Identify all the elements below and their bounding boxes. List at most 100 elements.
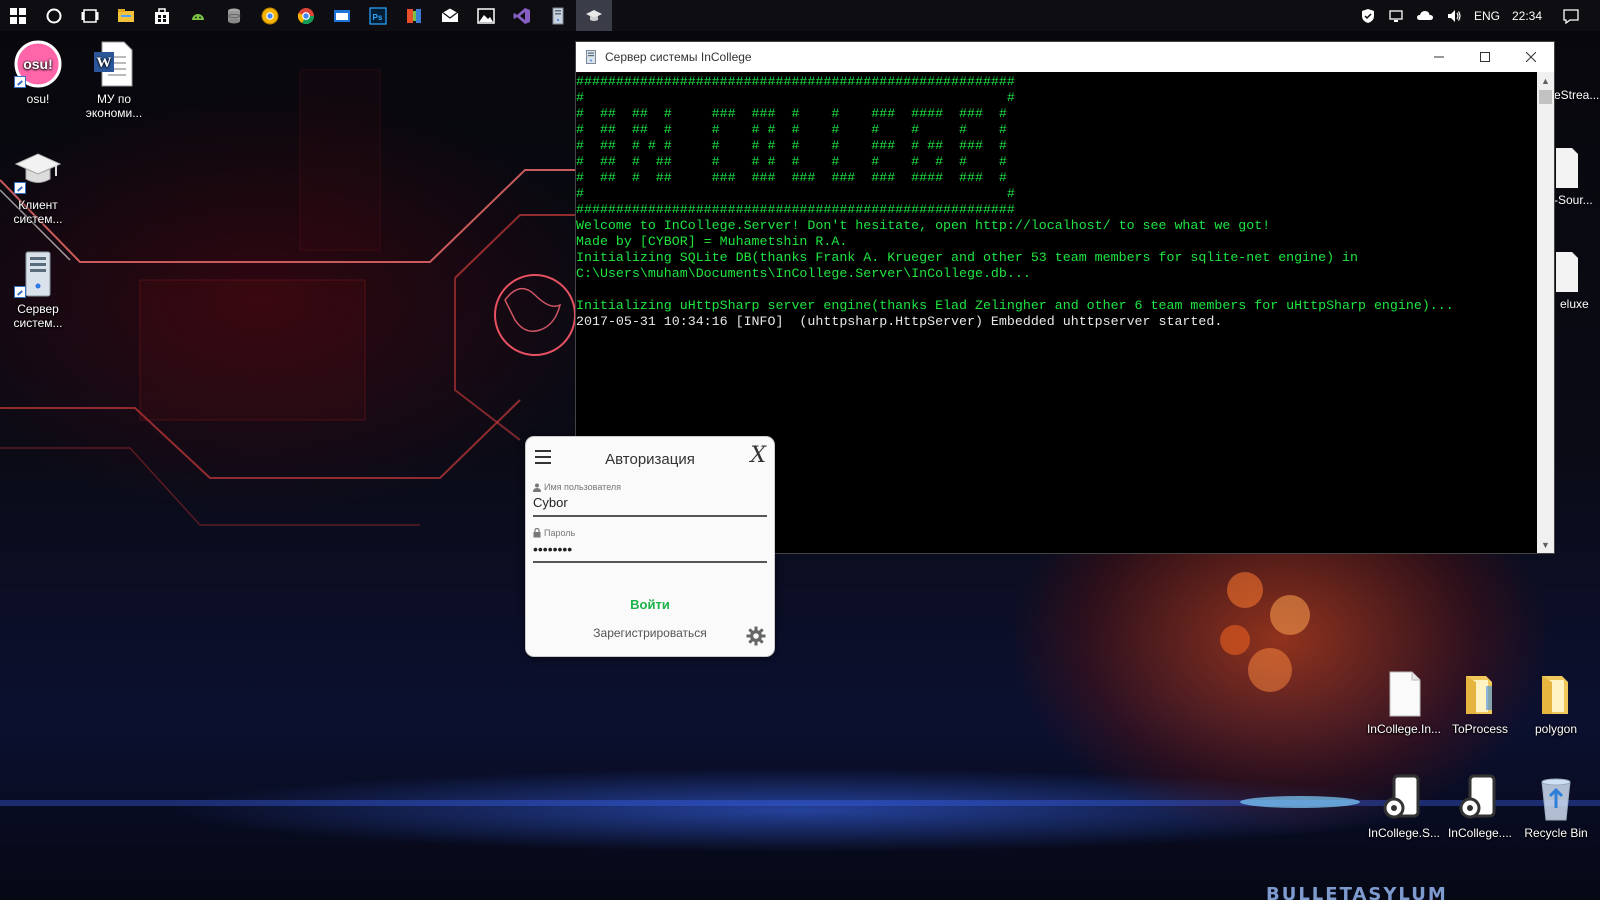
mail-icon <box>441 8 459 22</box>
taskbar-app-mail[interactable] <box>432 0 468 31</box>
android-studio-icon <box>192 13 204 20</box>
maximize-icon <box>1480 52 1490 62</box>
solution-file-icon <box>1383 774 1420 819</box>
console-line: C:\Users\muham\Documents\InCollege.Serve… <box>576 266 1031 281</box>
system-tray: ENG 22:34 <box>1354 0 1600 31</box>
svg-text:Ps: Ps <box>373 13 383 22</box>
clock[interactable]: 22:34 <box>1512 9 1542 23</box>
folder-icon <box>1542 676 1568 714</box>
username-field[interactable]: Имя пользователя Cybor <box>533 481 767 517</box>
input-language-indicator[interactable]: ENG <box>1474 9 1500 23</box>
document-icon[interactable] <box>1556 146 1578 188</box>
console-line: # ## # # # # # # # # ### # ## ### # <box>576 138 1007 153</box>
desktop-icon-label-partial[interactable]: eluxe <box>1560 297 1589 311</box>
photos-icon <box>477 7 495 24</box>
password-label: Пароль <box>544 528 576 538</box>
username-label-row: Имя пользователя <box>533 481 767 493</box>
shortcut-arrow-icon <box>14 182 26 194</box>
close-window-button[interactable] <box>1508 42 1554 72</box>
photoshop-icon: Ps <box>369 6 387 25</box>
console-line: Initializing SQLite DB(thanks Frank A. K… <box>576 250 1358 265</box>
office-icon <box>407 8 421 23</box>
minimize-button[interactable] <box>1416 42 1462 72</box>
console-line: # ## ## # # # # # # # # # # <box>576 122 1007 137</box>
console-line: # ## # ## # # # # # # # # # # <box>576 154 1007 169</box>
taskbar-app-incollege-client[interactable] <box>576 0 612 31</box>
desktop-icon-label: InCollege.In... <box>1366 722 1442 736</box>
console-line: ########################################… <box>576 202 1015 217</box>
console-line: # # <box>576 186 1015 201</box>
taskbar-app-photos[interactable] <box>468 0 504 31</box>
taskbar-app-explorer[interactable] <box>108 0 144 31</box>
desktop-icon-incollege-server-sln[interactable]: InCollege.S... <box>1366 774 1442 840</box>
task-view-icon <box>81 8 99 23</box>
console-title: Сервер системы InCollege <box>605 50 752 64</box>
taskbar-app-window[interactable] <box>324 0 360 31</box>
defender-shield-icon[interactable] <box>1360 8 1376 24</box>
username-label: Имя пользователя <box>544 482 622 492</box>
desktop-icon-label-partial[interactable]: eStrea... <box>1554 88 1599 102</box>
desktop-icon-osu[interactable]: osu! osu! <box>0 40 76 106</box>
cortana-button[interactable] <box>36 0 72 31</box>
action-center-icon[interactable] <box>1562 8 1580 24</box>
taskbar-app-chrome[interactable] <box>288 0 324 31</box>
desktop-icon-label-partial[interactable]: -Sour... <box>1554 193 1593 207</box>
desktop-icon-label: InCollege.S... <box>1367 826 1441 840</box>
password-field[interactable]: Пароль •••••••• <box>533 527 767 563</box>
register-link[interactable]: Зарегистрироваться <box>526 626 774 640</box>
task-view-button[interactable] <box>72 0 108 31</box>
app-window-icon <box>334 9 350 22</box>
svg-text:W: W <box>97 55 112 71</box>
close-icon[interactable]: X <box>750 443 766 468</box>
taskbar-app-android-studio[interactable] <box>180 0 216 31</box>
document-icon[interactable] <box>1556 250 1578 292</box>
taskbar-app-chrome-canary[interactable] <box>252 0 288 31</box>
scroll-down-arrow-icon[interactable]: ▼ <box>1537 536 1554 553</box>
scrollbar-thumb[interactable] <box>1539 90 1552 104</box>
windows-start-icon <box>10 7 26 24</box>
taskbar-app-database[interactable] <box>216 0 252 31</box>
desktop-icon-recycle-bin[interactable]: Recycle Bin <box>1518 774 1594 840</box>
taskbar-app-office[interactable] <box>396 0 432 31</box>
console-title-bar[interactable]: Сервер системы InCollege <box>576 42 1554 72</box>
taskbar-app-store[interactable] <box>144 0 180 31</box>
desktop-icon-polygon-folder[interactable]: polygon <box>1518 670 1594 736</box>
console-scrollbar[interactable]: ▲ ▼ <box>1537 72 1554 553</box>
visual-studio-icon <box>513 7 530 24</box>
solution-file-icon <box>1459 774 1496 819</box>
scroll-up-arrow-icon[interactable]: ▲ <box>1537 72 1554 89</box>
desktop-icon-incollege-file[interactable]: InCollege.In... <box>1366 670 1442 736</box>
desktop-icon-label: Recycle Bin <box>1524 826 1588 840</box>
volume-icon[interactable] <box>1446 8 1462 24</box>
taskbar-app-server[interactable] <box>540 0 576 31</box>
taskbar-app-visual-studio[interactable] <box>504 0 540 31</box>
folder-icon <box>1466 676 1492 714</box>
word-document-icon: W <box>94 41 133 87</box>
gear-icon[interactable] <box>746 626 766 646</box>
desktop-icon-word-document[interactable]: W МУ по экономи... <box>76 40 152 120</box>
desktop-icon-label: Клиент систем... <box>13 198 63 226</box>
start-button[interactable] <box>0 0 36 31</box>
login-dialog[interactable]: Авторизация X Имя пользователя Cybor Пар… <box>526 437 774 656</box>
maximize-button[interactable] <box>1462 42 1508 72</box>
hamburger-menu-icon[interactable] <box>535 450 551 464</box>
desktop-icon-client[interactable]: Клиент систем... <box>0 146 76 226</box>
console-line: # ## # ## ### ### ### ### ### #### ### # <box>576 170 1007 185</box>
taskbar-app-photoshop[interactable]: Ps <box>360 0 396 31</box>
network-icon[interactable] <box>1388 8 1404 24</box>
close-icon <box>1526 52 1536 62</box>
desktop-icon-server[interactable]: Сервер систем... <box>0 250 76 330</box>
login-button[interactable]: Войти <box>526 597 774 612</box>
username-input[interactable]: Cybor <box>533 493 767 517</box>
desktop-icon-toprocess-folder[interactable]: ToProcess <box>1442 670 1518 736</box>
console-line: Welcome to InCollege.Server! Don't hesit… <box>576 218 1271 233</box>
console-line: Initializing uHttpSharp server engine(th… <box>576 298 1454 313</box>
console-line: ########################################… <box>576 74 1015 89</box>
desktop-icon-incollege-client-sln[interactable]: InCollege.... <box>1442 774 1518 840</box>
password-input[interactable]: •••••••• <box>533 539 767 563</box>
console-line: # # <box>576 90 1015 105</box>
taskbar: Ps ENG 22:34 <box>0 0 1600 31</box>
minimize-icon <box>1434 56 1444 58</box>
onedrive-cloud-icon[interactable] <box>1416 8 1434 24</box>
